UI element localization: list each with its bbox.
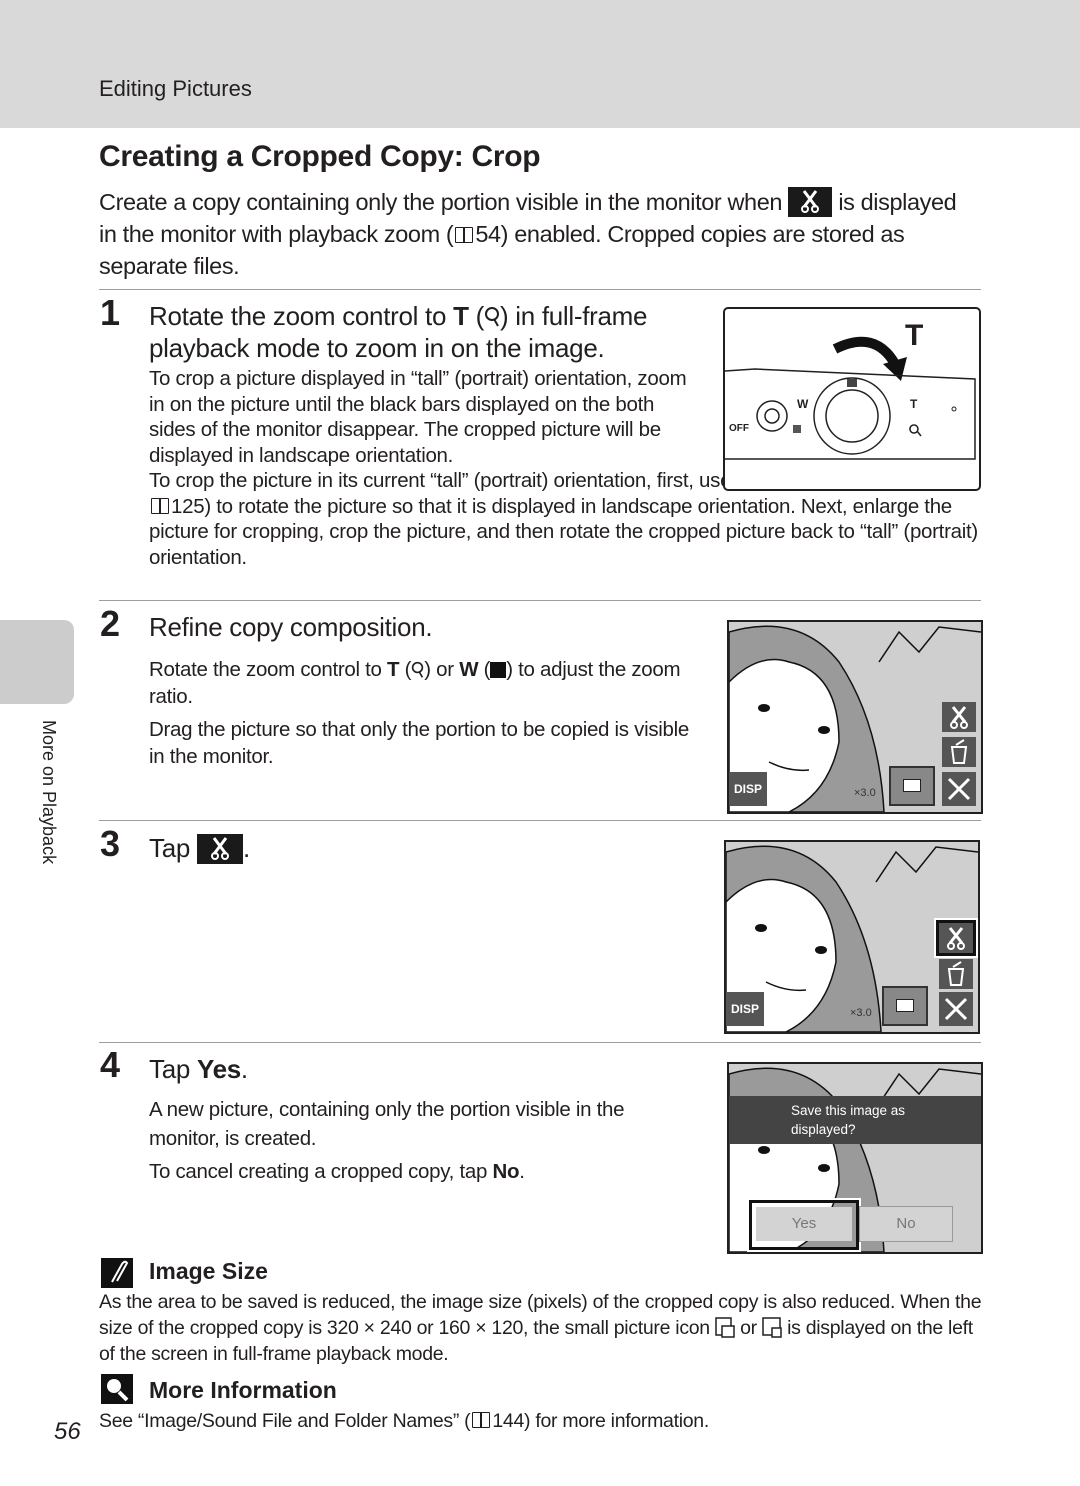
magnifier-icon	[484, 307, 499, 327]
more-info-icon	[101, 1374, 133, 1404]
heading-text: Tap	[149, 833, 191, 863]
t-label-small: T	[910, 397, 918, 411]
section-title: Editing Pictures	[99, 76, 252, 101]
camera-screen-crop-selected: DISP ×3.0	[724, 840, 980, 1034]
camera-screen-confirm: Save this image as displayed? Yes No	[727, 1062, 983, 1254]
t-label: T	[905, 319, 924, 352]
camera-screen-zoomed: DISP ×3.0	[727, 620, 983, 814]
key-t: T	[387, 658, 400, 681]
side-tab-label: More on Playback	[39, 720, 59, 865]
note-body: As the area to be saved is reduced, the …	[99, 1289, 989, 1367]
step-number: 3	[100, 823, 121, 864]
page-ref: 125	[171, 494, 205, 518]
w-label: W	[797, 397, 809, 411]
body-text: ) to rotate the picture so that it is di…	[149, 494, 978, 569]
divider	[99, 600, 981, 601]
book-ref-icon	[151, 497, 169, 514]
note-title: Image Size	[149, 1258, 268, 1284]
note-text: ) for more information.	[524, 1410, 709, 1432]
step-heading: Tap .	[149, 833, 250, 864]
step-body: Drag the picture so that only the portio…	[149, 718, 690, 768]
intro-paragraph: Create a copy containing only the portio…	[99, 186, 979, 282]
step-number: 4	[100, 1044, 121, 1085]
dialog-prompt: Save this image as displayed?	[791, 1103, 906, 1137]
no-label: No	[492, 1160, 520, 1183]
note-body: See “Image/Sound File and Folder Names” …	[99, 1408, 989, 1434]
step-heading: Tap Yes.	[149, 1054, 248, 1084]
body-text: Rotate the zoom control to	[149, 658, 382, 681]
header-band: Editing Pictures	[0, 0, 1080, 128]
step-body: A new picture, containing only the porti…	[149, 1098, 625, 1150]
zoom-position-indicator	[889, 766, 935, 806]
note-text: See “Image/Sound File and Folder Names” …	[99, 1410, 471, 1432]
divider	[99, 1042, 981, 1043]
crop-button[interactable]	[942, 702, 976, 732]
body-text: To crop the picture in its current “tall…	[149, 469, 765, 492]
confirm-dialog: Save this image as displayed?	[729, 1096, 981, 1144]
key-t: T	[453, 301, 469, 331]
crop-button-selected[interactable]	[934, 918, 978, 958]
scissors-icon	[788, 187, 833, 217]
yes-button[interactable]: Yes	[756, 1207, 852, 1241]
yes-button-frame: Yes	[747, 1198, 861, 1252]
note-title: More Information	[149, 1377, 337, 1403]
pencil-icon	[101, 1258, 133, 1288]
divider	[99, 820, 981, 821]
magnifier-icon	[412, 661, 424, 678]
step-number: 2	[100, 603, 121, 644]
zoom-ratio: ×3.0	[854, 787, 876, 799]
no-button[interactable]: No	[859, 1206, 953, 1242]
book-ref-icon	[455, 227, 474, 243]
zoom-ratio: ×3.0	[850, 1007, 872, 1019]
scissors-icon	[196, 834, 243, 864]
close-button[interactable]	[939, 992, 973, 1026]
zoom-position-indicator	[882, 986, 928, 1026]
divider	[99, 289, 981, 290]
close-button[interactable]	[942, 772, 976, 806]
page-ref: 144	[492, 1410, 525, 1432]
page-number: 56	[54, 1418, 81, 1445]
off-label: OFF	[729, 423, 749, 434]
camera-illustration: T W T OFF	[723, 307, 981, 491]
thumbnail-grid-icon	[490, 662, 507, 678]
page-ref: 54	[475, 221, 501, 247]
step-body: To cancel creating a cropped copy, tap N…	[149, 1160, 525, 1183]
side-tab	[0, 620, 74, 704]
key-w: W	[459, 658, 479, 681]
step-number: 1	[100, 292, 121, 333]
body-text: To cancel creating a cropped copy, tap	[149, 1160, 488, 1183]
yes-label: Yes	[196, 1054, 241, 1084]
note-text: or	[740, 1317, 757, 1339]
disp-button[interactable]: DISP	[729, 772, 767, 806]
page-title: Creating a Cropped Copy: Crop	[99, 140, 541, 173]
small-picture-160-icon	[762, 1317, 782, 1338]
step-body: To crop a picture displayed in “tall” (p…	[149, 367, 687, 467]
delete-button[interactable]	[942, 737, 976, 767]
intro-text: Create a copy containing only the portio…	[99, 189, 783, 215]
step-body: Rotate the zoom control to T () or W () …	[149, 658, 681, 708]
heading-text: Rotate the zoom control to	[149, 301, 447, 331]
disp-button[interactable]: DISP	[726, 992, 764, 1026]
heading-text: Tap	[149, 1054, 191, 1084]
small-picture-320-icon	[715, 1317, 735, 1338]
body-text: or	[436, 658, 454, 681]
book-ref-icon	[472, 1412, 491, 1428]
step-heading: Refine copy composition.	[149, 612, 433, 642]
step-heading: Rotate the zoom control to T () in full-…	[149, 301, 648, 363]
delete-button[interactable]	[939, 959, 973, 989]
